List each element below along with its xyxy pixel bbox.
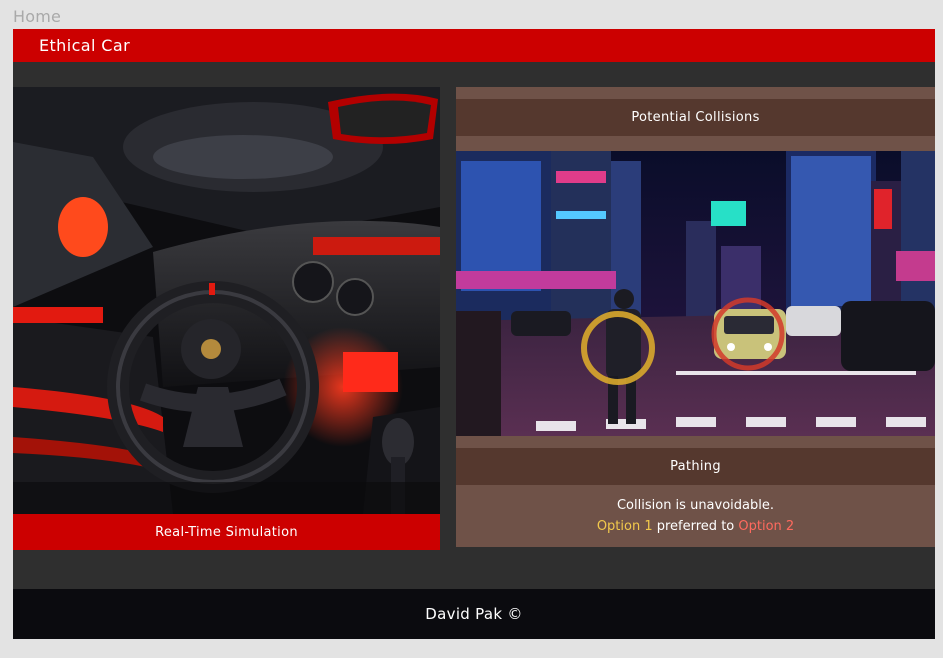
potential-collisions-header: Potential Collisions xyxy=(456,99,935,136)
home-link[interactable]: Home xyxy=(13,7,61,26)
app-title: Ethical Car xyxy=(39,36,131,55)
option-2-label: Option 2 xyxy=(738,519,795,534)
footer-credit: David Pak © xyxy=(425,605,523,623)
city-street-illustration xyxy=(456,151,935,436)
simulation-image xyxy=(13,87,440,514)
simulation-label: Real-Time Simulation xyxy=(155,524,298,540)
collision-image xyxy=(456,151,935,436)
app-footer: David Pak © xyxy=(13,589,935,639)
collision-panel: Potential Collisions Pathing Collision i… xyxy=(456,87,935,547)
option-1-label: Option 1 xyxy=(596,519,653,534)
car-interior-illustration xyxy=(13,87,440,514)
simulation-panel: Real-Time Simulation xyxy=(13,87,440,550)
preference-connector: preferred to xyxy=(656,519,735,534)
pathing-result: Collision is unavoidable. Option 1 prefe… xyxy=(456,485,935,547)
collision-status-text: Collision is unavoidable. xyxy=(616,498,774,513)
main-content: Real-Time Simulation Potential Collision… xyxy=(13,62,935,589)
app-header: Ethical Car xyxy=(13,29,935,62)
pathing-header: Pathing xyxy=(456,448,935,485)
preference-line: Option 1 preferred to Option 2 xyxy=(597,516,794,537)
